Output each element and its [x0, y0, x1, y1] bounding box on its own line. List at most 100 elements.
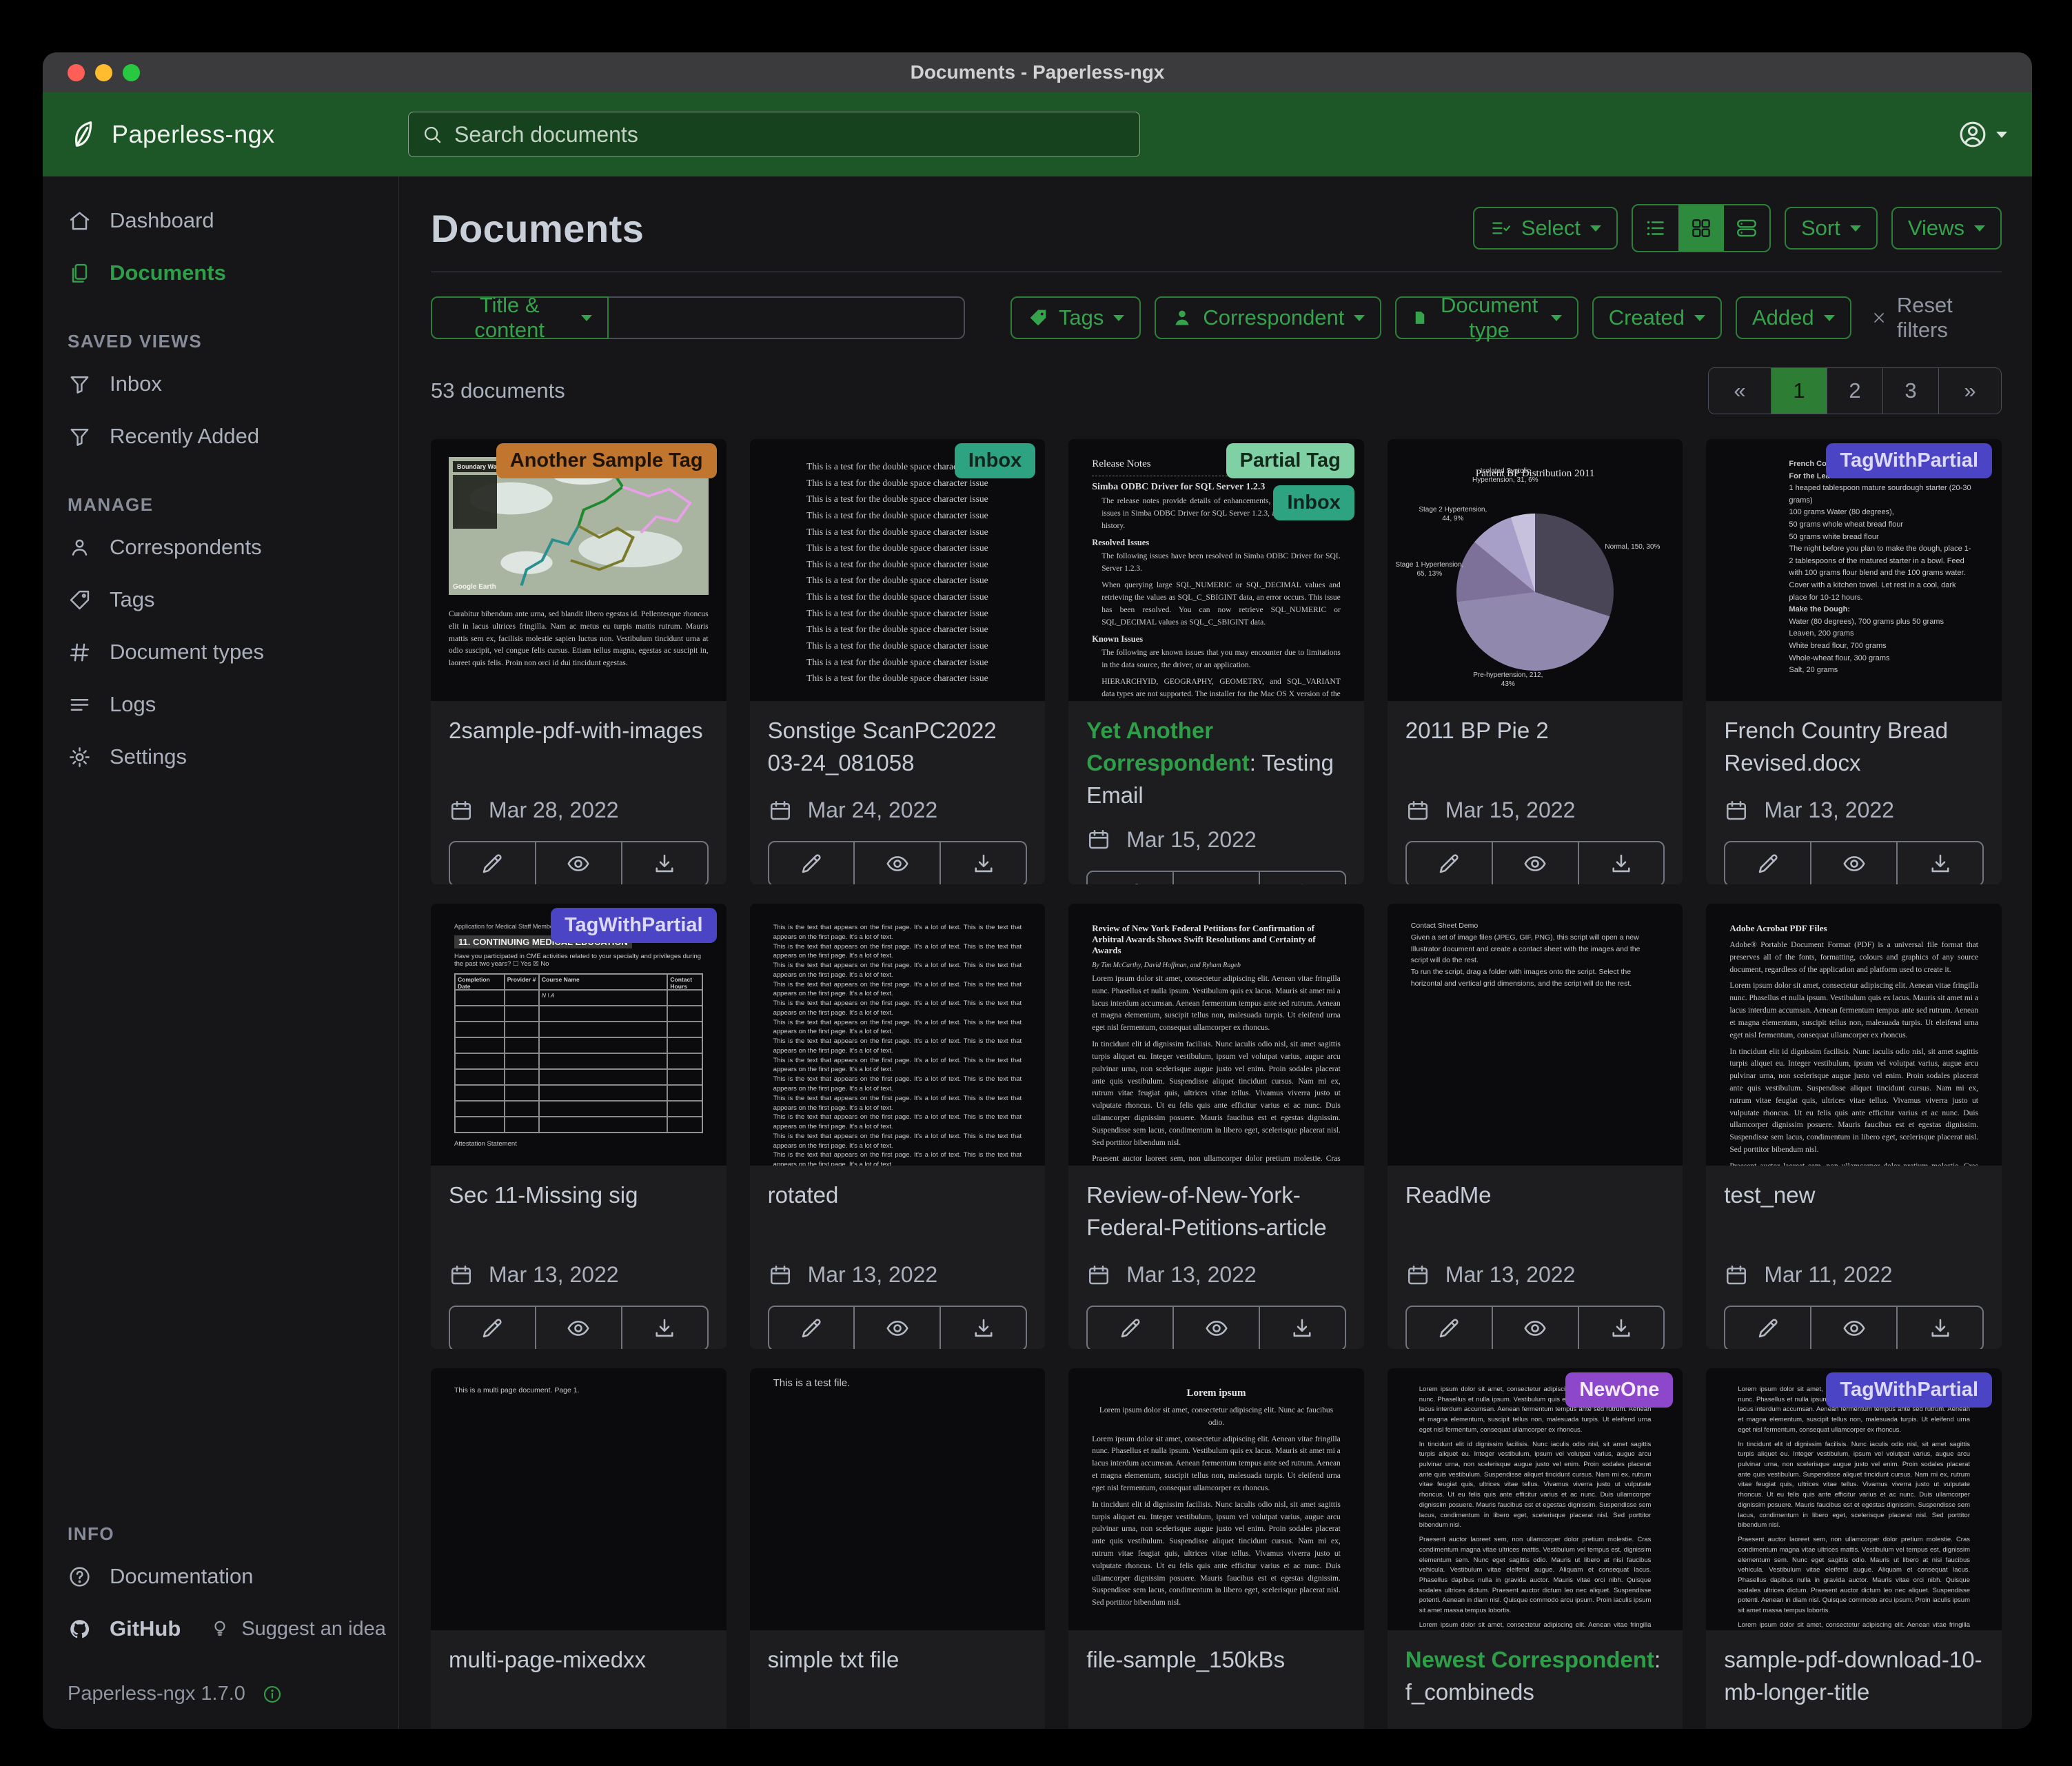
tag-badge[interactable]: TagWithPartial [1826, 1372, 1992, 1408]
pagination-next-button[interactable]: » [1938, 368, 2001, 414]
view-document-button[interactable] [1810, 842, 1896, 884]
edit-document-button[interactable] [1725, 1307, 1810, 1349]
document-thumbnail[interactable]: French Country Bread For the Leaven1 hea… [1706, 439, 2002, 701]
tag-badge[interactable]: TagWithPartial [551, 908, 717, 943]
sidebar-item-correspondents[interactable]: Correspondents [43, 521, 398, 574]
pagination-page-2[interactable]: 2 [1827, 368, 1882, 414]
view-document-button[interactable] [1810, 1307, 1896, 1349]
sidebar-item-github[interactable]: GitHub [43, 1603, 181, 1655]
edit-document-button[interactable] [450, 1307, 535, 1349]
document-card[interactable]: Contact Sheet Demo Given a set of image … [1388, 904, 1683, 1349]
view-document-button[interactable] [535, 842, 621, 884]
document-card[interactable]: Review of New York Federal Petitions for… [1068, 904, 1364, 1349]
edit-document-button[interactable] [769, 842, 854, 884]
document-thumbnail[interactable]: Lorem ipsum dolor sit amet, consectetur … [1706, 1368, 2002, 1630]
download-document-button[interactable] [1896, 842, 1982, 884]
document-thumbnail[interactable]: Boundary Waters Trip Google Earth Curabi… [431, 439, 727, 701]
view-document-button[interactable] [535, 1307, 621, 1349]
filter-tags-button[interactable]: Tags [1010, 296, 1141, 339]
filter-added-button[interactable]: Added [1736, 296, 1851, 339]
sidebar-item-documentation[interactable]: Documentation [43, 1550, 398, 1603]
document-thumbnail[interactable]: This is a test file. [750, 1368, 1046, 1630]
download-document-button[interactable] [1578, 1307, 1664, 1349]
document-card[interactable]: Partial TagInbox Release NotesSimba ODBC… [1068, 439, 1364, 884]
document-thumbnail[interactable]: This is the text that appears on the fir… [750, 904, 1046, 1166]
view-document-button[interactable] [853, 1307, 939, 1349]
document-card[interactable]: Patient BP Distribution 2011 Normal, 150… [1388, 439, 1683, 884]
tag-badge[interactable]: Inbox [1273, 485, 1354, 520]
view-document-button[interactable] [1492, 1307, 1578, 1349]
edit-document-button[interactable] [769, 1307, 854, 1349]
tag-badge[interactable]: Inbox [955, 443, 1035, 478]
document-thumbnail[interactable]: Application for Medical Staff Members — … [431, 904, 727, 1166]
document-thumbnail[interactable]: Adobe Acrobat PDF Files Adobe® Portable … [1706, 904, 2002, 1166]
user-menu[interactable] [1958, 119, 2007, 150]
document-card[interactable]: TagWithPartial Application for Medical S… [431, 904, 727, 1349]
view-mode-grid-button[interactable] [1678, 205, 1724, 251]
sidebar-item-recently-added[interactable]: Recently Added [43, 410, 398, 463]
download-document-button[interactable] [1259, 1307, 1345, 1349]
sidebar-item-documents[interactable]: Documents [43, 247, 398, 299]
document-thumbnail[interactable]: Lorem ipsum dolor sit amet, consectetur … [1388, 1368, 1683, 1630]
pagination-page-1[interactable]: 1 [1771, 368, 1827, 414]
document-card[interactable]: TagWithPartial Lorem ipsum dolor sit ame… [1706, 1368, 2002, 1729]
document-card[interactable]: This is a test file. simple txt file [750, 1368, 1046, 1729]
document-thumbnail[interactable]: Review of New York Federal Petitions for… [1068, 904, 1364, 1166]
document-thumbnail[interactable]: Lorem ipsum Lorem ipsum dolor sit amet, … [1068, 1368, 1364, 1630]
document-card[interactable]: Lorem ipsum Lorem ipsum dolor sit amet, … [1068, 1368, 1364, 1729]
download-document-button[interactable] [939, 1307, 1026, 1349]
sidebar-item-dashboard[interactable]: Dashboard [43, 194, 398, 247]
tag-badge[interactable]: TagWithPartial [1826, 443, 1992, 478]
document-card[interactable]: This is the text that appears on the fir… [750, 904, 1046, 1349]
close-window-button[interactable] [68, 64, 85, 81]
download-document-button[interactable] [1896, 1307, 1982, 1349]
filter-document-type-button[interactable]: Document type [1395, 296, 1578, 339]
view-document-button[interactable] [1492, 842, 1578, 884]
tag-badge[interactable]: Another Sample Tag [496, 443, 717, 478]
select-button[interactable]: Select [1473, 207, 1618, 250]
view-mode-cards-button[interactable] [1724, 205, 1769, 251]
edit-document-button[interactable] [1088, 1307, 1172, 1349]
view-document-button[interactable] [1172, 872, 1259, 884]
download-document-button[interactable] [621, 842, 707, 884]
brand[interactable]: Paperless-ngx [68, 119, 408, 150]
minimize-window-button[interactable] [95, 64, 112, 81]
pagination-page-3[interactable]: 3 [1882, 368, 1938, 414]
filter-created-button[interactable]: Created [1592, 296, 1722, 339]
view-document-button[interactable] [1172, 1307, 1259, 1349]
sort-button[interactable]: Sort [1785, 207, 1878, 250]
view-mode-list-button[interactable] [1633, 205, 1678, 251]
download-document-button[interactable] [939, 842, 1026, 884]
document-card[interactable]: This is a multi page document. Page 1. m… [431, 1368, 727, 1729]
zoom-window-button[interactable] [123, 64, 140, 81]
download-document-button[interactable] [1259, 872, 1345, 884]
correspondent-link[interactable]: Yet Another Correspondent [1086, 718, 1250, 775]
document-card[interactable]: Another Sample Tag Boundary Waters Trip … [431, 439, 727, 884]
document-card[interactable]: TagWithPartial French Country Bread For … [1706, 439, 2002, 884]
views-button[interactable]: Views [1891, 207, 2002, 250]
pagination-prev-button[interactable]: « [1709, 368, 1771, 414]
tag-badge[interactable]: Partial Tag [1226, 443, 1354, 478]
reset-filters-button[interactable]: Reset filters [1871, 293, 2002, 343]
document-thumbnail[interactable]: Contact Sheet Demo Given a set of image … [1388, 904, 1683, 1166]
filter-correspondent-button[interactable]: Correspondent [1155, 296, 1381, 339]
edit-document-button[interactable] [1725, 842, 1810, 884]
sidebar-item-settings[interactable]: Settings [43, 731, 398, 783]
download-document-button[interactable] [621, 1307, 707, 1349]
suggest-idea-link[interactable]: Suggest an idea [210, 1604, 386, 1654]
document-card[interactable]: Adobe Acrobat PDF Files Adobe® Portable … [1706, 904, 2002, 1349]
edit-document-button[interactable] [450, 842, 535, 884]
edit-document-button[interactable] [1407, 842, 1492, 884]
filter-field-button[interactable]: Title & content [431, 296, 609, 339]
view-document-button[interactable] [853, 842, 939, 884]
correspondent-link[interactable]: Newest Correspondent [1405, 1647, 1654, 1672]
document-thumbnail[interactable]: This is a test for the double space char… [750, 439, 1046, 701]
sidebar-item-logs[interactable]: Logs [43, 678, 398, 731]
document-card[interactable]: NewOne Lorem ipsum dolor sit amet, conse… [1388, 1368, 1683, 1729]
search-input[interactable] [453, 121, 1127, 148]
sidebar-item-document-types[interactable]: Document types [43, 626, 398, 678]
document-thumbnail[interactable]: This is a multi page document. Page 1. [431, 1368, 727, 1630]
edit-document-button[interactable] [1088, 872, 1172, 884]
document-thumbnail[interactable]: Patient BP Distribution 2011 Normal, 150… [1388, 439, 1683, 701]
sidebar-item-inbox[interactable]: Inbox [43, 358, 398, 410]
